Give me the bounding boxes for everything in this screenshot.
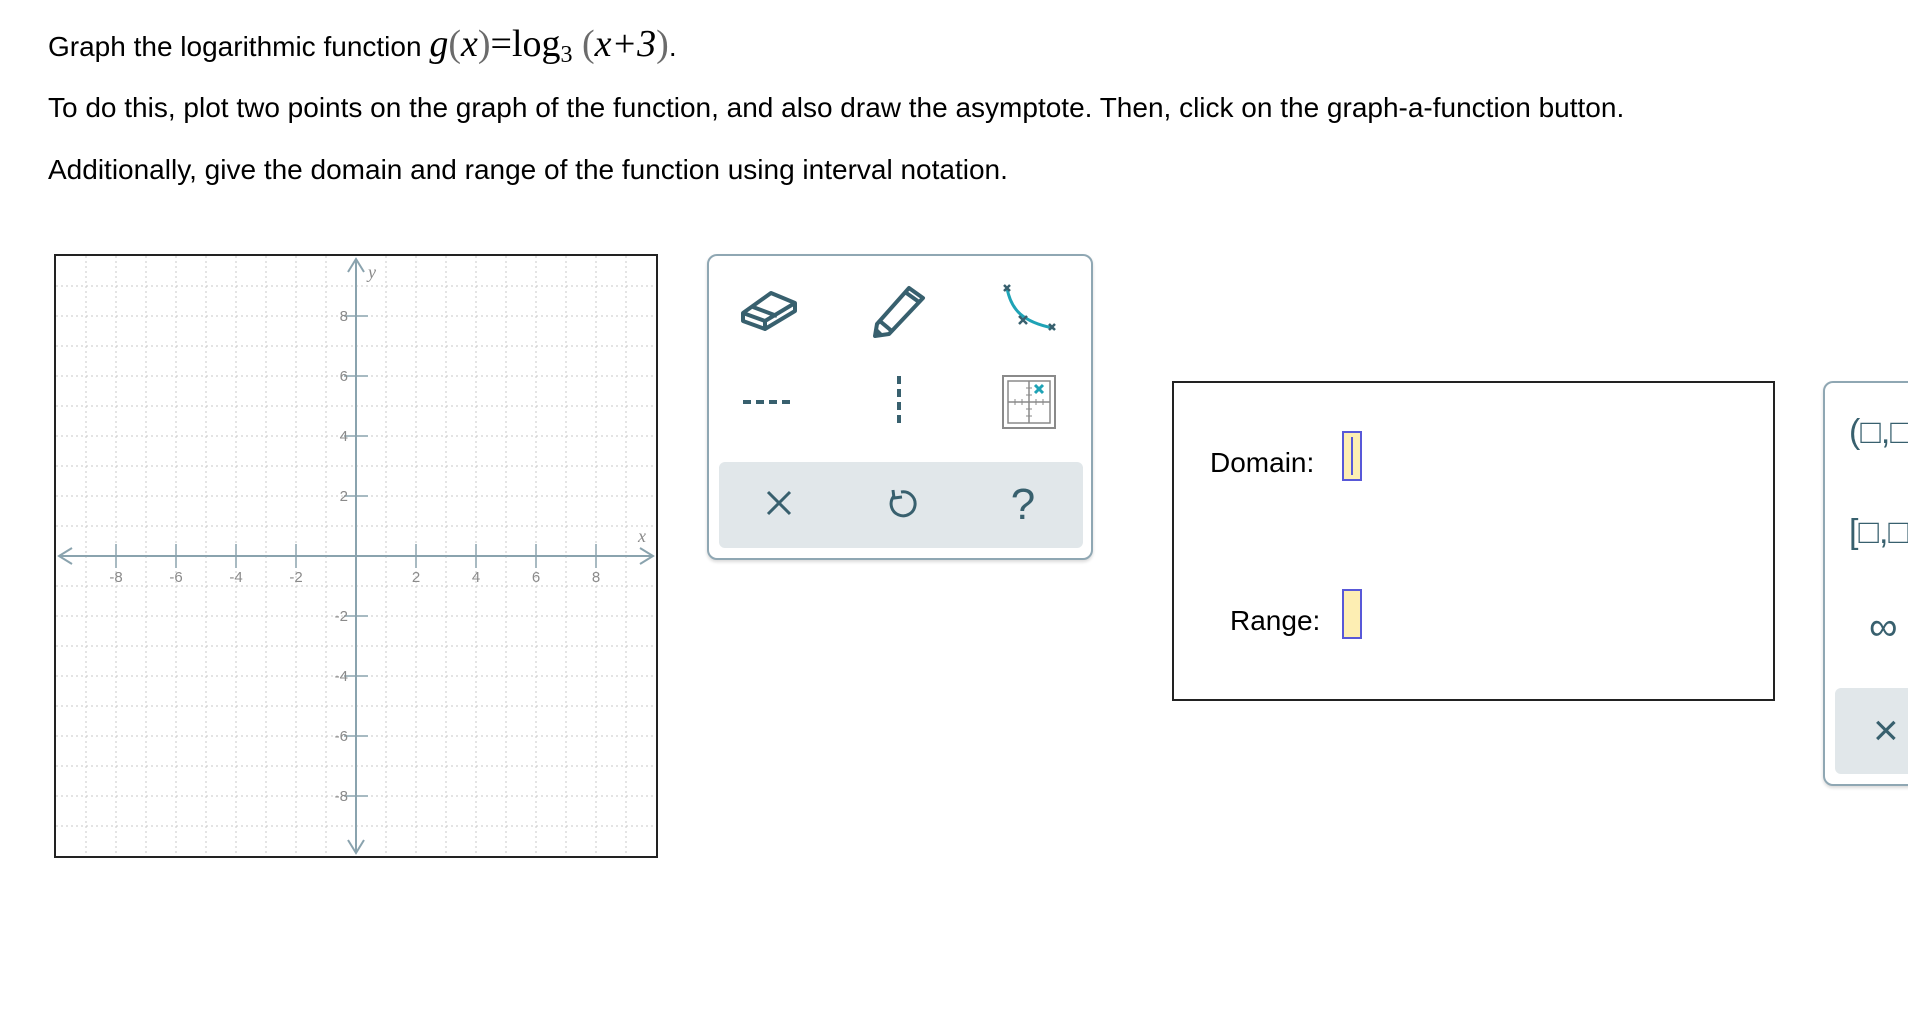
x-tick-label: -2	[289, 569, 302, 586]
x-tick-label: -8	[109, 569, 122, 586]
x-tick-label: -6	[169, 569, 182, 586]
x-tick-label: 6	[532, 569, 540, 586]
y-tick-label: 8	[340, 308, 348, 325]
point-grid-tool[interactable]	[989, 368, 1069, 440]
infinity-key[interactable]: ∞	[1869, 605, 1898, 650]
keypad-clear-key[interactable]: ×	[1873, 706, 1899, 756]
function-variable: x	[460, 23, 478, 65]
x-tick-label: 2	[412, 569, 420, 586]
y-tick-label: 6	[340, 368, 348, 385]
point-grid-icon	[1000, 373, 1058, 436]
undo-button[interactable]	[861, 469, 941, 541]
vertical-asymptote-icon	[889, 374, 909, 435]
graph-area[interactable]: -8 -6 -4 -2 2 4 6 8 8 6 4 2 -2 -4 -6 -8 x y	[54, 254, 658, 858]
closed-interval-key[interactable]: [□,□	[1849, 513, 1908, 552]
domain-input-caret	[1351, 437, 1353, 475]
graph-canvas[interactable]: -8 -6 -4 -2 2 4 6 8 8 6 4 2 -2 -4 -6 -8 x y	[56, 256, 656, 856]
y-axis-label: y	[366, 262, 376, 282]
y-tick-label: -2	[335, 608, 348, 625]
x-tick-label: 4	[472, 569, 480, 586]
horizontal-asymptote-icon	[741, 392, 797, 417]
y-tick-label: 2	[340, 488, 348, 505]
function-argument: x+3	[594, 23, 657, 65]
interval-keypad: (□,□ [□,□ ∞ ×	[1823, 381, 1908, 786]
x-axis-label: x	[637, 526, 646, 546]
graph-function-icon	[997, 280, 1061, 345]
domain-label: Domain:	[1210, 447, 1315, 478]
x-tick-label: -4	[229, 569, 242, 586]
question-intro-text: Graph the logarithmic function	[48, 31, 422, 62]
question-line-1: Graph the logarithmic function g(x)=log3…	[48, 22, 677, 69]
range-label: Range:	[1230, 605, 1321, 636]
function-log-base: 3	[560, 42, 573, 68]
undo-icon	[885, 486, 917, 525]
vertical-asymptote-tool[interactable]	[859, 368, 939, 440]
graph-function-tool[interactable]	[989, 276, 1069, 348]
question-line-2: To do this, plot two points on the graph…	[48, 92, 1625, 123]
range-input[interactable]	[1342, 589, 1362, 639]
graph-toolbox: ?	[707, 254, 1093, 560]
function-expression: g(x)=log3 (x+3)	[429, 23, 669, 68]
y-tick-label: -4	[335, 668, 348, 685]
clear-icon	[764, 488, 794, 523]
domain-input[interactable]	[1342, 431, 1362, 481]
y-tick-label: 4	[340, 428, 348, 445]
domain-range-panel: Domain: Range:	[1172, 381, 1775, 701]
function-log: log	[511, 23, 561, 65]
eraser-tool[interactable]	[729, 276, 809, 348]
pencil-tool[interactable]	[859, 276, 939, 348]
x-tick-label: 8	[592, 569, 600, 586]
help-button[interactable]: ?	[983, 469, 1063, 541]
toolbox-action-bar: ?	[719, 462, 1083, 548]
clear-graph-button[interactable]	[739, 469, 819, 541]
function-name: g	[429, 23, 449, 65]
eraser-icon	[737, 285, 801, 340]
keypad-action-bar: ×	[1835, 688, 1908, 774]
y-tick-label: -6	[335, 728, 348, 745]
pencil-icon	[869, 280, 929, 345]
y-tick-label: -8	[335, 788, 348, 805]
open-interval-key[interactable]: (□,□	[1849, 413, 1908, 452]
question-period: .	[668, 31, 677, 62]
question-line-3: Additionally, give the domain and range …	[48, 154, 1008, 185]
horizontal-asymptote-tool[interactable]	[729, 368, 809, 440]
help-icon: ?	[1010, 480, 1036, 529]
